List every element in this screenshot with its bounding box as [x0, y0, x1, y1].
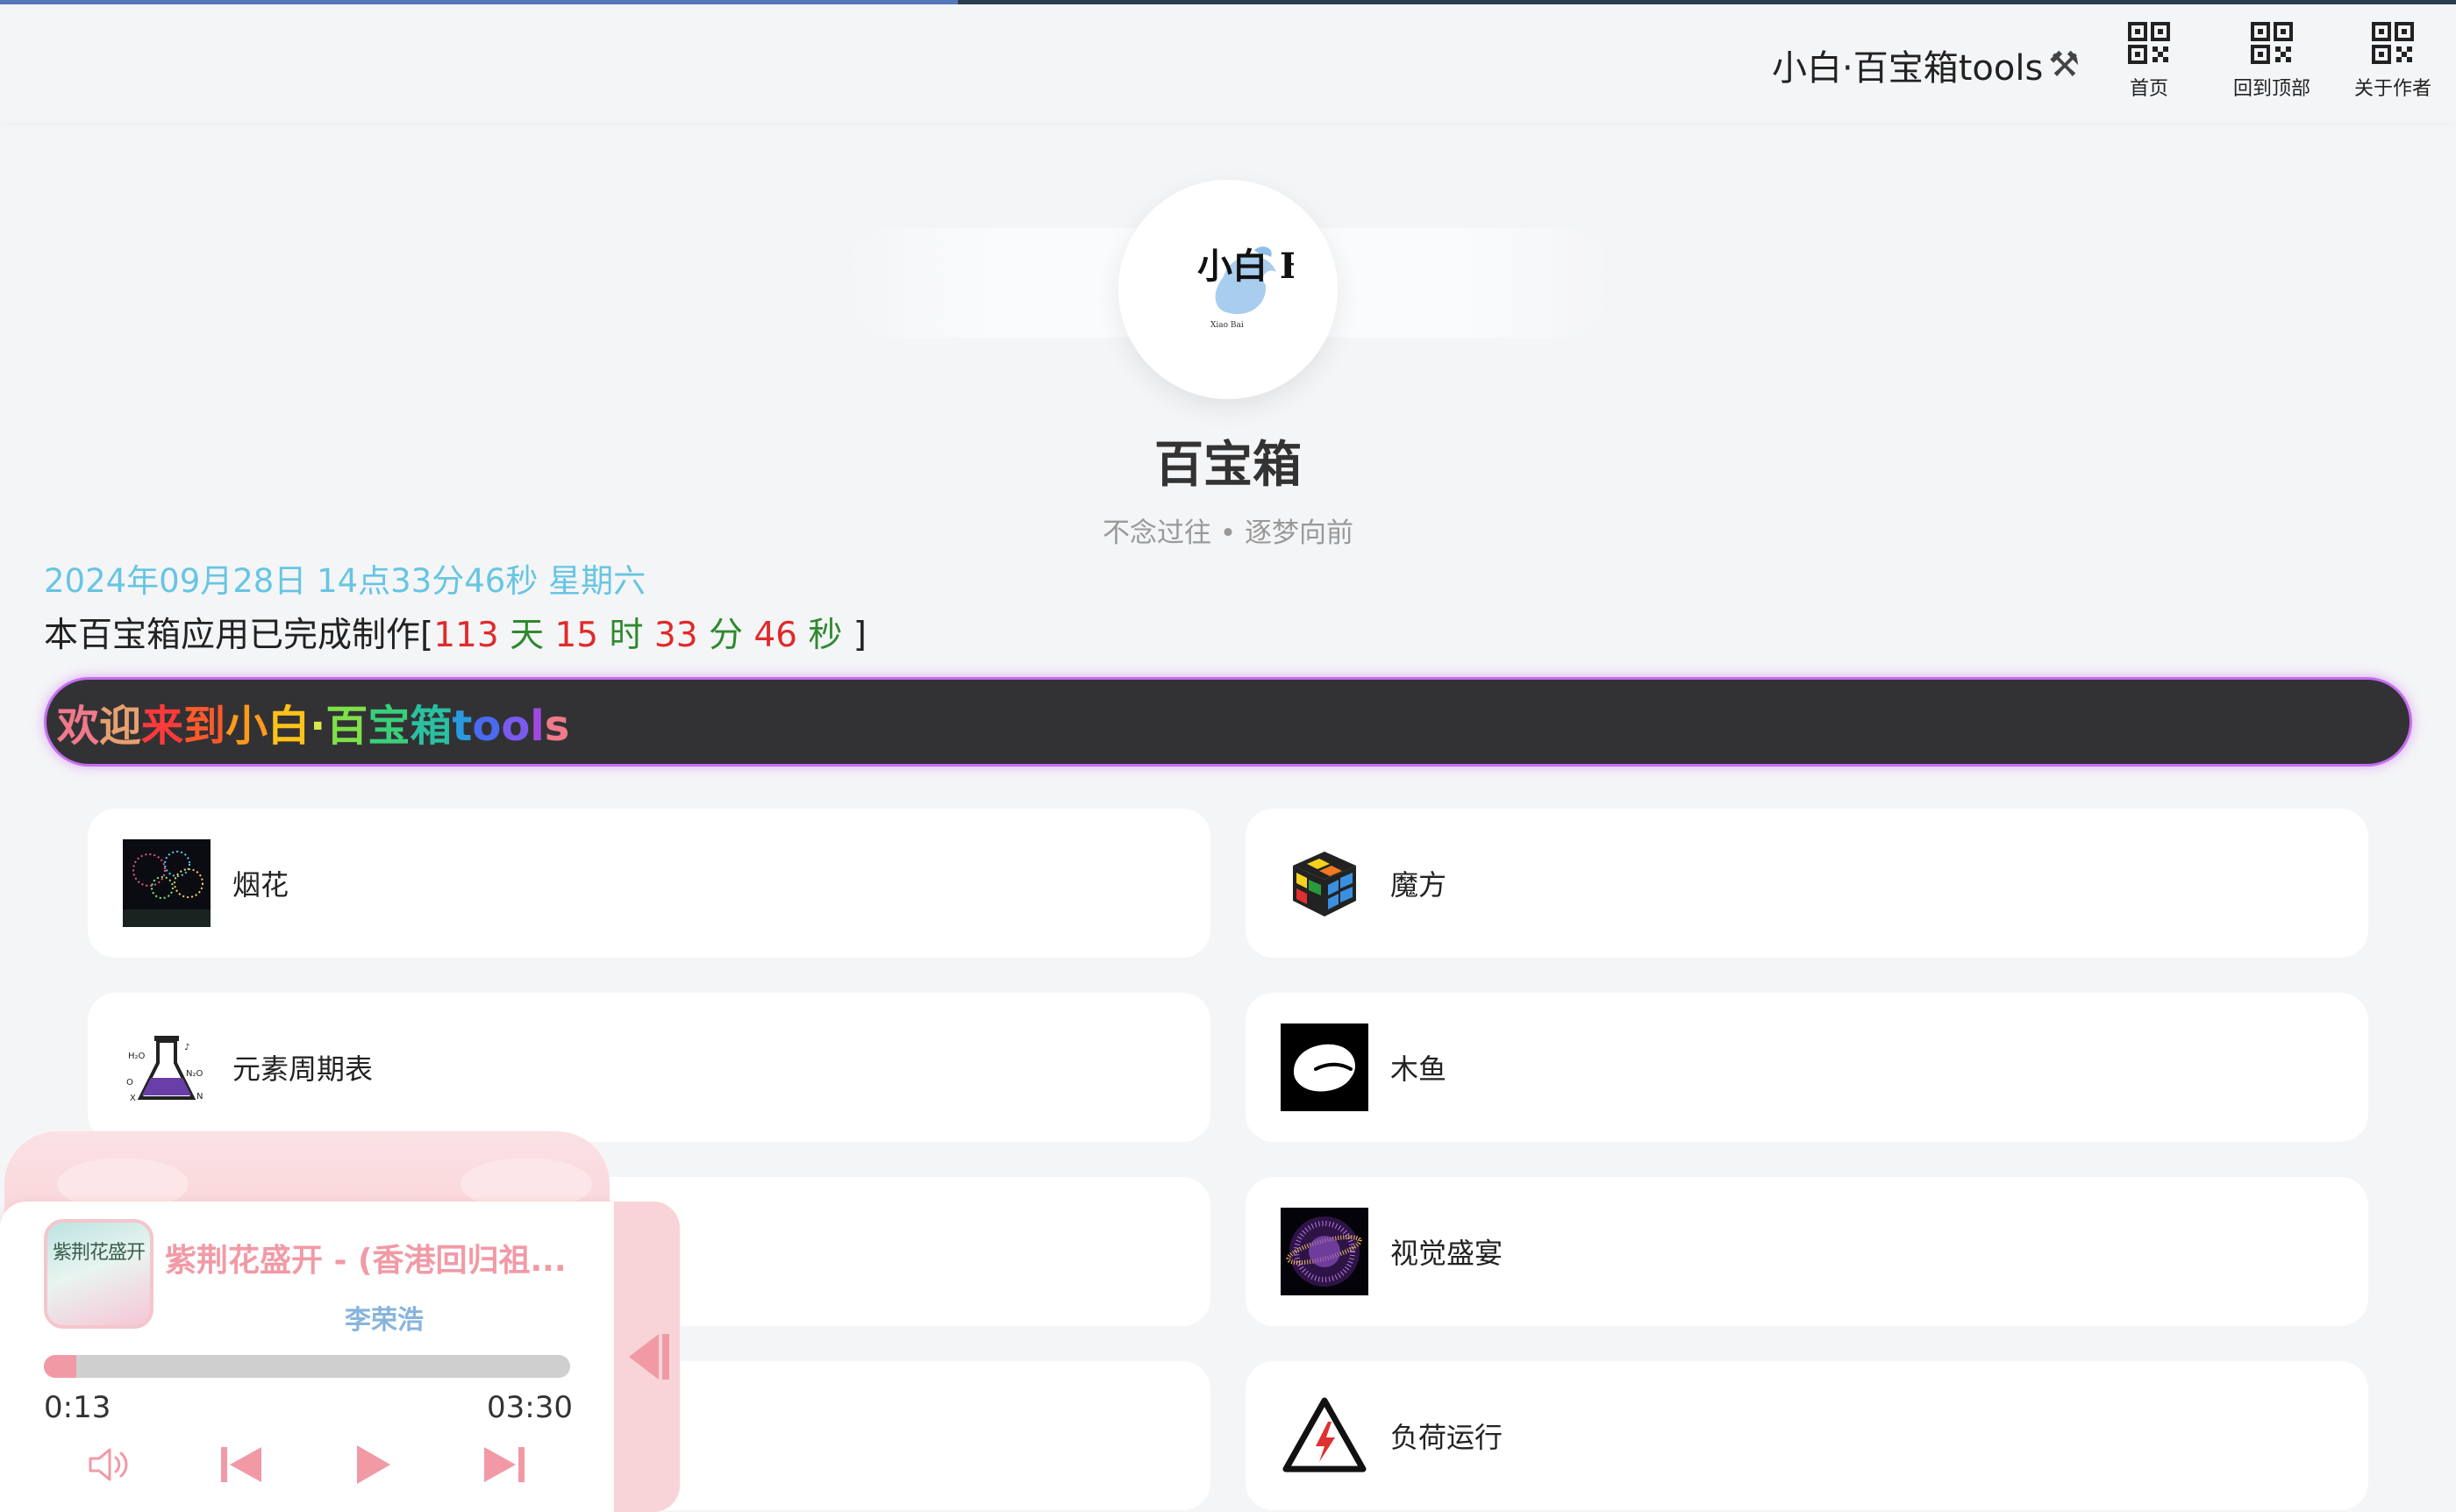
tool-card-visual-feast[interactable]: 视觉盛宴 [1246, 1177, 2368, 1326]
player-collapse-button[interactable] [614, 1202, 680, 1512]
welcome-banner-char: t [452, 702, 473, 751]
tools-icon: ⚒ [2048, 45, 2081, 85]
elapsed-seconds: 46 [753, 616, 797, 655]
motto: 不念过往 • 逐梦向前 [1103, 517, 1353, 549]
previous-track-button[interactable] [211, 1438, 272, 1491]
qrcode-icon [2251, 22, 2293, 64]
welcome-banner-char: 迎 [99, 702, 142, 751]
chemistry-flask-icon: H₂O ♪ N₂O O X N [123, 1023, 211, 1111]
welcome-banner-char: 到 [183, 702, 226, 751]
fireworks-icon [123, 839, 211, 927]
nav-about-author-label: 关于作者 [2353, 78, 2431, 100]
qrcode-icon [2128, 22, 2170, 64]
elapsed-minutes-unit: 分 [697, 616, 754, 655]
svg-text:♪: ♪ [184, 1043, 189, 1052]
nav-back-to-top-label: 回到顶部 [2232, 78, 2310, 100]
collapse-arrow-icon [628, 1334, 669, 1380]
avatar[interactable]: 小白 BB Xiao Bai [1118, 180, 1338, 399]
header: 小白·百宝箱tools ⚒ 首页 回到顶部 关于作者 [0, 4, 2456, 123]
svg-text:H₂O: H₂O [128, 1052, 146, 1061]
welcome-banner-char: · [310, 702, 326, 751]
welcome-banner-char: 来 [141, 702, 184, 751]
tool-card-fireworks[interactable]: 烟花 [88, 809, 1210, 958]
logo-char-1: 小白 BB [1197, 246, 1294, 287]
logo-icon: 小白 BB Xiao Bai [1197, 246, 1294, 330]
play-button[interactable] [342, 1438, 403, 1491]
next-track-button[interactable] [474, 1438, 535, 1491]
qrcode-icon [2372, 22, 2414, 64]
volume-button[interactable] [79, 1438, 140, 1491]
svg-text:N: N [196, 1092, 203, 1102]
welcome-banner-char: 欢 [57, 702, 100, 751]
nav-back-to-top-button[interactable]: 回到顶部 [2219, 22, 2324, 110]
welcome-banner-text: 欢迎来到小白·百宝箱tools [57, 691, 569, 752]
playback-progress-fill [44, 1355, 77, 1378]
skip-forward-icon [484, 1447, 525, 1482]
welcome-banner-char: l [530, 702, 545, 751]
current-datetime: 2024年09月28日 14点33分46秒 星期六 [44, 562, 646, 600]
galaxy-icon [1281, 1208, 1368, 1295]
skip-back-icon [221, 1447, 261, 1482]
song-title: 紫荆花盛开 - (香港回归祖... [165, 1243, 567, 1279]
welcome-banner-char: 小 [225, 702, 268, 751]
welcome-banner-char: o [501, 702, 531, 751]
svg-text:X: X [130, 1094, 136, 1103]
nav-about-author-button[interactable]: 关于作者 [2340, 22, 2445, 110]
tool-card-label: 魔方 [1390, 868, 1447, 902]
nav-home-label: 首页 [2129, 78, 2168, 100]
welcome-banner-char: 白 [268, 702, 311, 751]
album-cover-text: 紫荆花盛开 [52, 1242, 146, 1264]
tool-card-label: 负荷运行 [1390, 1421, 1503, 1454]
tool-card-rubiks-cube[interactable]: 魔方 [1246, 809, 2368, 958]
rubiks-cube-icon [1281, 839, 1368, 927]
site-title-text: 小白·百宝箱tools [1772, 48, 2044, 89]
welcome-banner-char: o [472, 702, 502, 751]
album-cover[interactable]: 紫荆花盛开 [44, 1219, 154, 1329]
elapsed-hours: 15 [554, 616, 599, 655]
elapsed-time: 本百宝箱应用已完成制作[113 天 15 时 33 分 46 秒 ] [44, 608, 867, 657]
svg-text:O: O [126, 1078, 133, 1088]
welcome-banner-char: s [544, 702, 570, 751]
total-time: 03:30 [487, 1390, 573, 1425]
current-time: 0:13 [44, 1390, 111, 1425]
logo-caption: Xiao Bai [1210, 321, 1244, 330]
welcome-banner-char: 百 [325, 702, 368, 751]
elapsed-days: 113 [433, 616, 499, 655]
page-title: 百宝箱 [1154, 437, 1302, 494]
tool-card-wooden-fish[interactable]: 木鱼 [1246, 993, 2368, 1142]
high-voltage-icon [1281, 1392, 1368, 1480]
playback-progress-bar[interactable] [44, 1355, 570, 1378]
elapsed-suffix: ] [853, 616, 867, 655]
tool-card-label: 木鱼 [1390, 1052, 1447, 1086]
welcome-banner-char: 宝 [368, 702, 411, 751]
play-icon [357, 1445, 390, 1484]
tool-card-label: 烟花 [232, 868, 289, 902]
tool-card-label: 视觉盛宴 [1390, 1237, 1503, 1270]
svg-text:N₂O: N₂O [186, 1069, 203, 1079]
elapsed-seconds-unit: 秒 [796, 616, 853, 655]
nav-home-button[interactable]: 首页 [2096, 22, 2202, 110]
elapsed-days-unit: 天 [498, 616, 555, 655]
music-player: 紫荆花盛开 紫荆花盛开 - (香港回归祖... 李荣浩 0:13 03:30 [0, 1131, 684, 1512]
elapsed-minutes: 33 [653, 616, 698, 655]
wooden-fish-icon [1281, 1023, 1368, 1111]
volume-icon [89, 1448, 128, 1481]
tool-card-label: 元素周期表 [232, 1052, 374, 1086]
tool-card-overload[interactable]: 负荷运行 [1246, 1361, 2368, 1510]
site-title[interactable]: 小白·百宝箱tools ⚒ [1772, 39, 2080, 90]
elapsed-prefix: 本百宝箱应用已完成制作[ [44, 616, 434, 655]
welcome-banner: 欢迎来到小白·百宝箱tools [44, 677, 2412, 767]
artist-name: 李荣浩 [345, 1305, 424, 1336]
elapsed-hours-unit: 时 [598, 616, 654, 655]
welcome-banner-char: 箱 [410, 702, 453, 751]
tool-card-periodic-table[interactable]: H₂O ♪ N₂O O X N 元素周期表 [88, 993, 1210, 1142]
